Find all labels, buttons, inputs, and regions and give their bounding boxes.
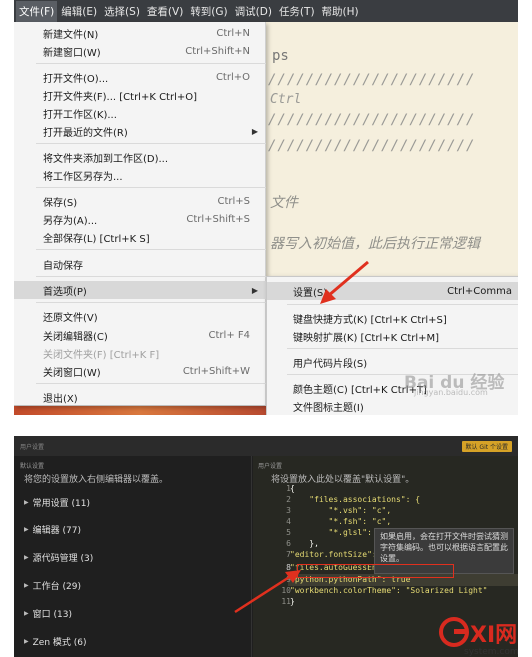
submenu-item-settings[interactable]: 设置(S) Ctrl+Comma	[267, 282, 518, 300]
menu-item-open-recent[interactable]: 打开最近的文件(R) ▶	[14, 122, 266, 140]
submenu-arrow-icon: ▶	[251, 126, 258, 136]
default-settings-hint: 将您的设置放入右侧编辑器以覆盖。	[24, 475, 169, 485]
editor-slash-line: //////////////////////	[268, 72, 476, 88]
svg-text:system.com: system.com	[464, 647, 519, 656]
menu-go[interactable]: 转到(G)	[187, 1, 230, 22]
editor-fragment: ps	[272, 48, 289, 64]
menu-separator	[36, 383, 266, 384]
code-line[interactable]: },	[290, 539, 319, 548]
settings-title-bar: 用户设置 默认 Git 个设置	[14, 436, 518, 456]
line-number: 5	[286, 528, 291, 537]
red-arrow-annotation	[320, 260, 369, 304]
menu-item-open-folder[interactable]: 打开文件夹(F)... [Ctrl+K Ctrl+O]	[14, 86, 266, 104]
menu-item-save-workspace-as[interactable]: 将工作区另存为...	[14, 166, 266, 184]
menu-item-close-folder: 关闭文件夹(F) [Ctrl+K F]	[43, 349, 160, 361]
menu-item-close-window[interactable]: 关闭窗口(W) Ctrl+Shift+W	[14, 362, 266, 380]
red-arrow-annotation	[234, 570, 301, 614]
line-number: 2	[286, 495, 291, 504]
default-settings-badge[interactable]: 默认 Git 个设置	[461, 440, 512, 452]
menu-item-preferences[interactable]: 首选项(P) ▶	[14, 281, 266, 299]
menu-separator	[36, 302, 266, 303]
code-line[interactable]: "*.vsh": "c",	[290, 506, 392, 515]
code-line[interactable]: "workbench.colorTheme": "Solarized Light…	[290, 586, 487, 595]
submenu-item-keymap-extensions[interactable]: 键映射扩展(K) [Ctrl+K Ctrl+M]	[267, 327, 518, 345]
category-scm[interactable]: ▶ 源代码管理 (3)	[24, 551, 93, 564]
editor-fragment-ctrl: Ctrl	[270, 92, 302, 107]
category-common[interactable]: ▶ 常用设置 (11)	[24, 496, 90, 509]
menu-help[interactable]: 帮助(H)	[319, 1, 362, 22]
menu-item-revert-file[interactable]: 还原文件(V)	[14, 307, 266, 325]
menu-item-open-file[interactable]: 打开文件(O)... Ctrl+O	[14, 68, 266, 86]
menu-item-save[interactable]: 保存(S) Ctrl+S	[14, 192, 266, 210]
menu-separator	[36, 249, 266, 250]
expand-icon: ▶	[24, 499, 29, 506]
menu-edit[interactable]: 编辑(E)	[58, 1, 100, 22]
code-line[interactable]: "*.fsh": "c",	[290, 517, 392, 526]
line-number: 4	[286, 517, 291, 526]
menu-separator	[36, 143, 266, 144]
menu-item-open-workspace[interactable]: 打开工作区(K)...	[14, 104, 266, 122]
submenu-item-file-icon-theme[interactable]: 文件图标主题(I)	[267, 397, 518, 415]
expand-icon: ▶	[24, 526, 29, 533]
menu-bar: 文件(F) 编辑(E) 选择(S) 查看(V) 转到(G) 调试(D) 任务(T…	[14, 0, 518, 22]
menu-selection[interactable]: 选择(S)	[101, 1, 143, 22]
line-number: 6	[286, 539, 291, 548]
menu-separator	[36, 276, 266, 277]
file-menu-dropdown: 新建文件(N) Ctrl+N 新建窗口(W) Ctrl+Shift+N 打开文件(O…	[14, 22, 266, 406]
code-line[interactable]: {	[290, 484, 295, 493]
editor-slash-line: //////////////////////	[268, 112, 476, 128]
submenu-item-keyboard-shortcuts[interactable]: 键盘快捷方式(K) [Ctrl+K Ctrl+S]	[267, 309, 518, 327]
category-zen-mode[interactable]: ▶ Zen 模式 (6)	[24, 635, 87, 648]
user-settings-header: 用户设置	[258, 463, 283, 470]
menu-file[interactable]: 文件(F)	[16, 0, 58, 22]
menu-separator	[36, 187, 266, 188]
menu-view[interactable]: 查看(V)	[144, 1, 186, 22]
composite-tutorial-image: ps ////////////////////// Ctrl /////////…	[0, 0, 532, 657]
gxi-logo: XI网 system.com	[439, 617, 519, 656]
default-settings-pane: 默认设置 将您的设置放入右侧编辑器以覆盖。 ▶ 常用设置 (11) ▶ 编辑器 (7…	[14, 456, 252, 657]
expand-icon: ▶	[24, 554, 29, 561]
expand-icon: ▶	[24, 610, 29, 617]
red-highlight-box	[297, 564, 454, 578]
svg-text:XI网: XI网	[470, 623, 517, 648]
menu-item-save-as[interactable]: 另存为(A)... Ctrl+Shift+S	[14, 210, 266, 228]
default-settings-header: 默认设置	[20, 463, 45, 470]
editor-slash-line: //////////////////////	[268, 138, 476, 154]
watermark-url: jingyan.baidu.com	[414, 388, 488, 397]
code-line[interactable]: "files.associations": {	[290, 495, 420, 504]
menu-item-new-window[interactable]: 新建窗口(W) Ctrl+Shift+N	[14, 42, 266, 60]
vscode-file-menu-screenshot: ps ////////////////////// Ctrl /////////…	[14, 0, 518, 415]
menu-item-exit[interactable]: 退出(X)	[14, 388, 266, 406]
line-number: 7	[286, 550, 291, 559]
expand-icon: ▶	[24, 582, 29, 589]
menu-item-save-all[interactable]: 全部保存(L) [Ctrl+K S]	[14, 228, 266, 246]
line-number: 1	[286, 484, 291, 493]
menu-separator	[287, 348, 518, 349]
settings-title: 用户设置	[20, 443, 45, 451]
category-workbench[interactable]: ▶ 工作台 (29)	[24, 579, 81, 592]
line-number: 3	[286, 506, 291, 515]
editor-comment: 器写入初始值，此后执行正常逻辑	[270, 236, 480, 252]
menu-item-new-file[interactable]: 新建文件(N) Ctrl+N	[14, 24, 266, 42]
category-window[interactable]: ▶ 窗口 (13)	[24, 607, 72, 620]
wallpaper-strip	[14, 405, 266, 415]
menu-debug[interactable]: 调试(D)	[232, 1, 275, 22]
menu-item-close-editor[interactable]: 关闭编辑器(C) Ctrl+ F4	[14, 326, 266, 344]
menu-item-auto-save[interactable]: 自动保存	[14, 255, 266, 273]
expand-icon: ▶	[24, 638, 29, 645]
submenu-arrow-icon: ▶	[251, 285, 258, 295]
menu-item-add-folder-workspace[interactable]: 将文件夹添加到工作区(D)...	[14, 148, 266, 166]
editor-comment: 文件	[270, 195, 298, 211]
menu-tasks[interactable]: 任务(T)	[276, 1, 318, 22]
category-editor[interactable]: ▶ 编辑器 (77)	[24, 523, 81, 536]
menu-separator	[36, 63, 266, 64]
